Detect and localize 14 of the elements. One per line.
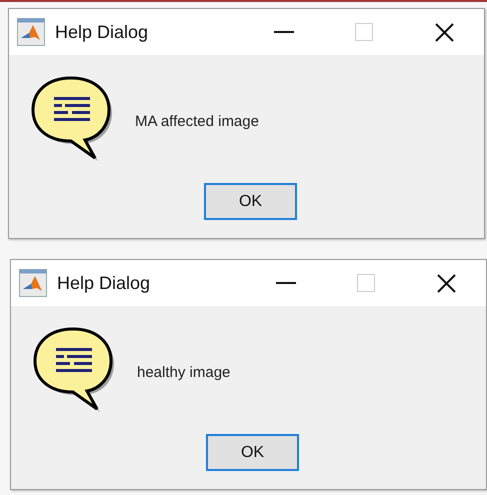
message-text: healthy image [137,364,230,380]
window-title: Help Dialog [55,22,150,42]
message-text: MA affected image [135,112,259,130]
app-logo-icon [19,269,47,297]
minimize-icon[interactable] [274,31,294,33]
close-icon[interactable] [436,274,456,292]
ok-button[interactable]: OK [204,183,297,220]
ok-button[interactable]: OK [206,434,299,471]
minimize-icon[interactable] [276,282,296,284]
window-title: Help Dialog [57,272,152,294]
maximize-icon[interactable] [357,274,375,292]
app-logo-icon [17,18,45,46]
close-icon[interactable] [434,22,454,42]
maximize-icon[interactable] [355,23,373,41]
